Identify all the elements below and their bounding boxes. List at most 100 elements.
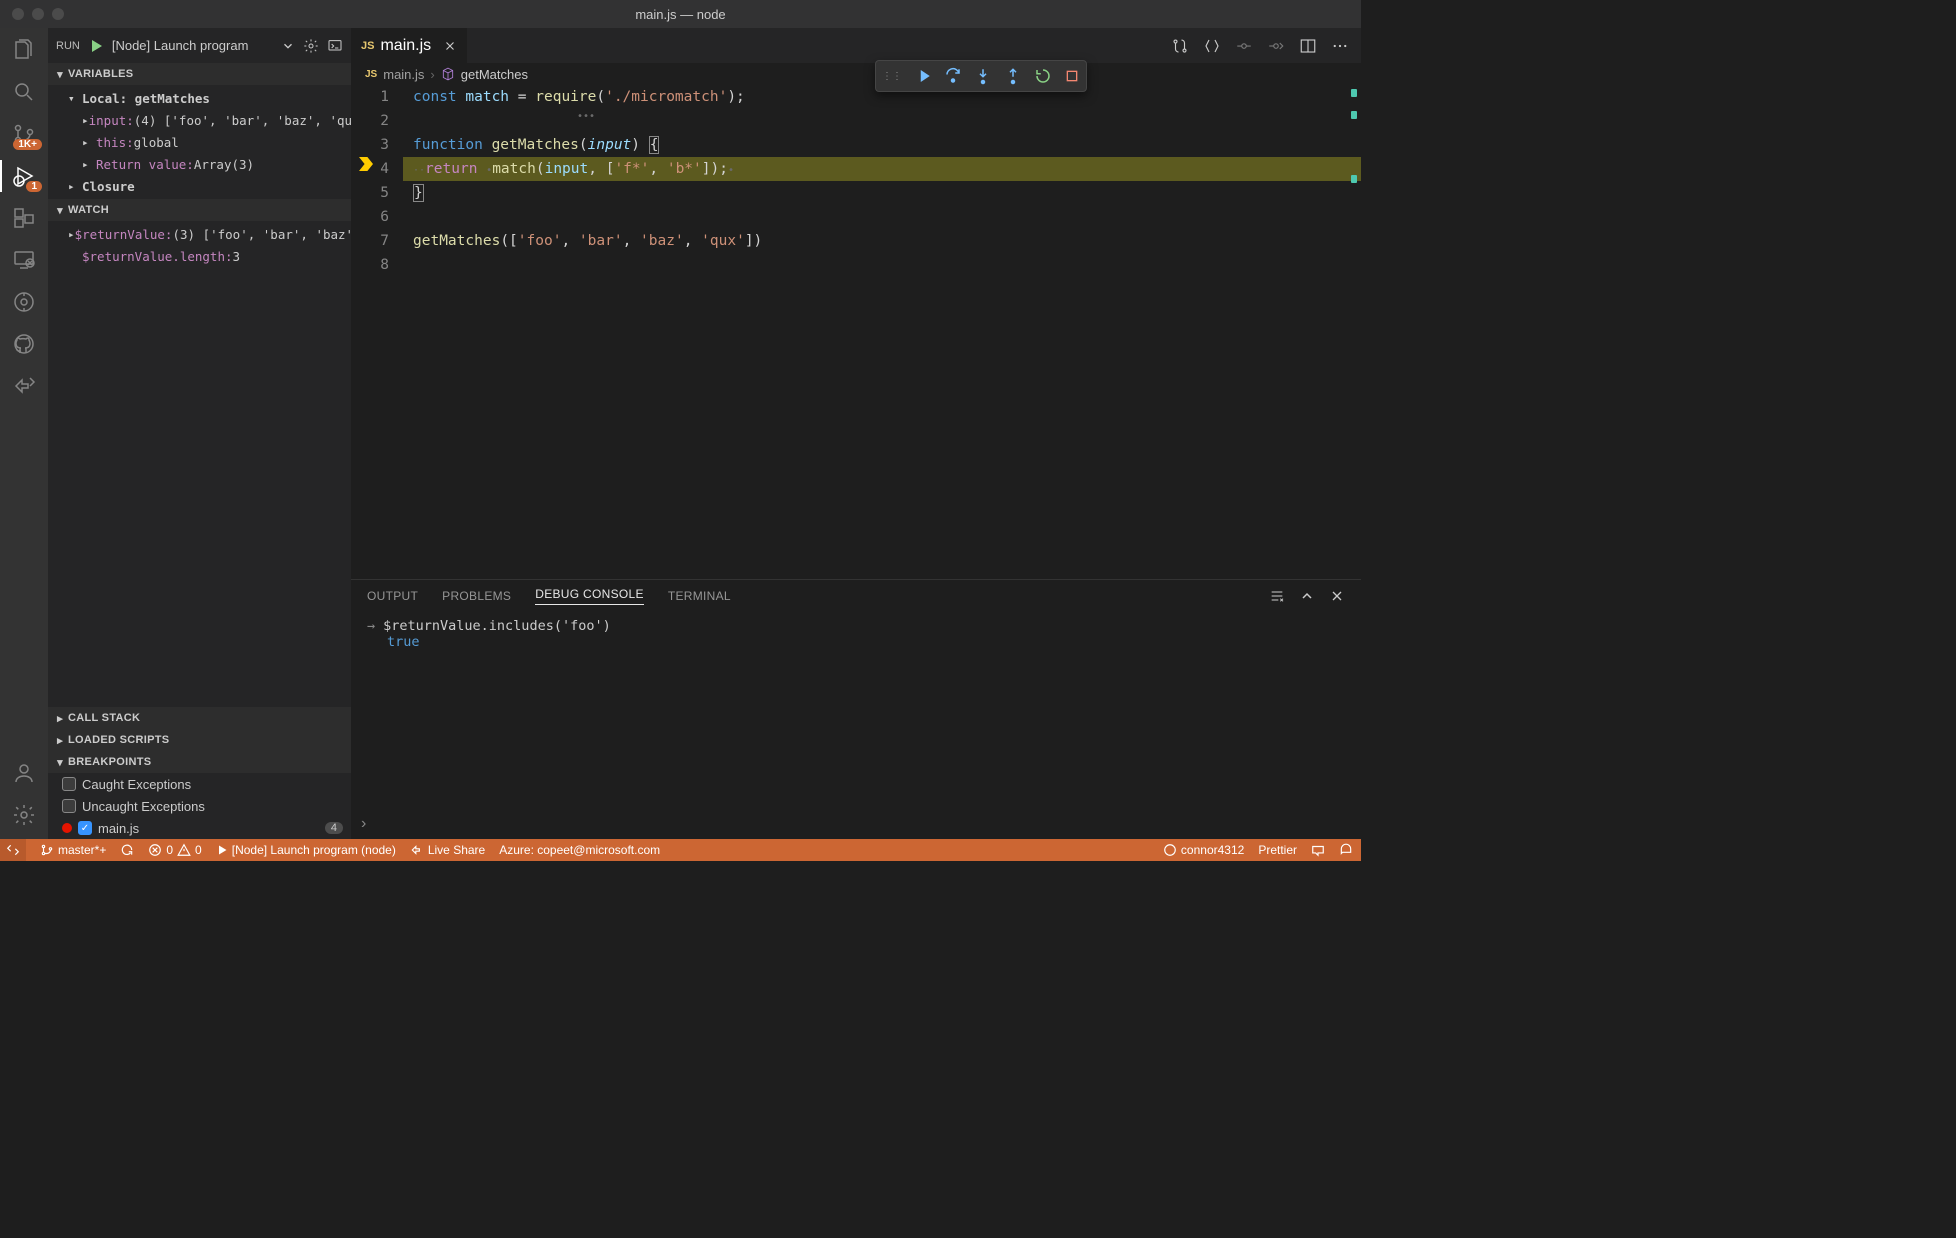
search-icon[interactable] xyxy=(10,78,38,106)
chevron-right-icon: ▸ xyxy=(68,180,82,193)
code-body[interactable]: const match = require('./micromatch'); •… xyxy=(403,85,1361,579)
var-value: global xyxy=(134,135,179,150)
js-file-icon: JS xyxy=(361,40,374,52)
feedback-icon[interactable] xyxy=(1311,843,1325,857)
restart-icon[interactable] xyxy=(1034,67,1052,85)
checkbox-icon[interactable]: ✓ xyxy=(78,821,92,835)
stop-icon[interactable] xyxy=(1064,68,1080,84)
liveshare-label: Live Share xyxy=(428,843,485,857)
window-title: main.js — node xyxy=(635,7,725,22)
breadcrumb-symbol[interactable]: getMatches xyxy=(461,67,528,82)
line-number: 7 xyxy=(351,229,389,253)
run-debug-icon[interactable]: 1 xyxy=(10,162,38,190)
minimize-window[interactable] xyxy=(32,8,44,20)
variables-section-header[interactable]: ▾ VARIABLES xyxy=(48,63,351,85)
breakpoint-caught[interactable]: Caught Exceptions xyxy=(48,773,351,795)
chevron-down-icon: ▾ xyxy=(52,204,68,217)
error-count: 0 xyxy=(166,843,173,857)
breakpoint-file[interactable]: ✓ main.js 4 xyxy=(48,817,351,839)
continue-icon[interactable] xyxy=(914,67,932,85)
github-user-status[interactable]: connor4312 xyxy=(1163,843,1244,857)
tab-debug-console[interactable]: DEBUG CONSOLE xyxy=(535,587,644,605)
account-icon[interactable] xyxy=(10,759,38,787)
github-icon[interactable] xyxy=(10,330,38,358)
settings-gear-icon[interactable] xyxy=(10,801,38,829)
extensions-icon[interactable] xyxy=(10,204,38,232)
scope-label: Local: getMatches xyxy=(82,91,210,106)
configure-gear-icon[interactable] xyxy=(303,38,319,54)
editor-tab[interactable]: JS main.js xyxy=(351,28,468,63)
remote-explorer-icon[interactable] xyxy=(10,246,38,274)
repl-prompt[interactable]: › xyxy=(351,815,1361,839)
drag-handle-icon[interactable]: ⋮⋮ xyxy=(882,71,902,82)
line-number: 1 xyxy=(351,85,389,109)
line-number: 3 xyxy=(351,133,389,157)
variable-row[interactable]: ▸ this: global xyxy=(48,131,351,153)
closure-label: Closure xyxy=(82,179,135,194)
close-tab-icon[interactable] xyxy=(443,39,457,53)
checkbox-icon[interactable] xyxy=(62,777,76,791)
watch-expression[interactable]: ▸ $returnValue: (3) ['foo', 'bar', 'baz'… xyxy=(48,223,351,245)
git-branch[interactable]: master*+ xyxy=(40,843,106,857)
step-over-icon[interactable] xyxy=(944,67,962,85)
azure-status[interactable]: Azure: copeet@microsoft.com xyxy=(499,843,660,857)
more-actions-icon[interactable] xyxy=(1331,37,1349,55)
debug-toolbar[interactable]: ⋮⋮ xyxy=(875,60,1087,92)
split-editor-icon[interactable] xyxy=(1299,37,1317,55)
launch-config-select[interactable]: [Node] Launch program xyxy=(112,38,273,53)
debug-status[interactable]: [Node] Launch program (node) xyxy=(216,843,396,857)
debug-console-icon[interactable] xyxy=(327,38,343,54)
tab-terminal[interactable]: TERMINAL xyxy=(668,589,731,603)
watch-section-header[interactable]: ▾ WATCH xyxy=(48,199,351,221)
chevron-down-icon[interactable] xyxy=(281,39,295,53)
panel-chevron-up-icon[interactable] xyxy=(1299,588,1315,604)
tab-problems[interactable]: PROBLEMS xyxy=(442,589,511,603)
debug-console[interactable]: → $returnValue.includes('foo') true xyxy=(351,612,1361,815)
gitlens-icon[interactable] xyxy=(10,288,38,316)
activity-bar: 1K+ 1 xyxy=(0,28,48,839)
scope-local[interactable]: ▾ Local: getMatches xyxy=(48,87,351,109)
tab-output[interactable]: OUTPUT xyxy=(367,589,418,603)
watch-expression[interactable]: $returnValue.length: 3 xyxy=(48,245,351,267)
overview-ruler[interactable] xyxy=(1351,89,1357,185)
liveshare-icon[interactable] xyxy=(10,372,38,400)
start-debug-icon[interactable] xyxy=(88,38,104,54)
chevron-right-icon: › xyxy=(361,815,366,833)
sync-icon[interactable] xyxy=(120,843,134,857)
source-control-icon[interactable]: 1K+ xyxy=(10,120,38,148)
variable-row[interactable]: ▸ input: (4) ['foo', 'bar', 'baz', 'qux'… xyxy=(48,109,351,131)
step-into-icon[interactable] xyxy=(974,67,992,85)
clear-console-icon[interactable] xyxy=(1269,588,1285,604)
line-number: 5 xyxy=(351,181,389,205)
breadcrumb-file[interactable]: main.js xyxy=(383,67,424,82)
line-gutter: 1 2 3 4 5 6 7 8 xyxy=(351,85,403,579)
step-out-icon[interactable] xyxy=(1004,67,1022,85)
breakpoints-section-header[interactable]: ▾ BREAKPOINTS xyxy=(48,751,351,773)
variable-row[interactable]: ▸ Return value: Array(3) xyxy=(48,153,351,175)
bp-line-badge: 4 xyxy=(325,822,343,834)
chevron-down-icon: ▾ xyxy=(68,92,82,105)
compare-changes-icon[interactable] xyxy=(1171,37,1189,55)
scope-closure[interactable]: ▸ Closure xyxy=(48,175,351,197)
explorer-icon[interactable] xyxy=(10,36,38,64)
breadcrumb[interactable]: JS main.js › getMatches xyxy=(351,63,1361,85)
liveshare-status[interactable]: Live Share xyxy=(410,843,485,857)
zoom-window[interactable] xyxy=(52,8,64,20)
close-window[interactable] xyxy=(12,8,24,20)
notifications-icon[interactable] xyxy=(1339,843,1353,857)
tab-filename: main.js xyxy=(380,37,431,55)
diff-icon[interactable] xyxy=(1203,37,1221,55)
prev-change-icon[interactable] xyxy=(1235,37,1253,55)
tab-bar: JS main.js xyxy=(351,28,1361,63)
callstack-section-header[interactable]: ▸ CALL STACK xyxy=(48,707,351,729)
var-value: Array(3) xyxy=(194,157,254,172)
checkbox-icon[interactable] xyxy=(62,799,76,813)
remote-indicator[interactable] xyxy=(0,839,26,861)
prettier-status[interactable]: Prettier xyxy=(1258,843,1297,857)
code-editor[interactable]: 1 2 3 4 5 6 7 8 const match = require('.… xyxy=(351,85,1361,579)
next-change-icon[interactable] xyxy=(1267,37,1285,55)
close-panel-icon[interactable] xyxy=(1329,588,1345,604)
problems-status[interactable]: 0 0 xyxy=(148,843,201,857)
breakpoint-uncaught[interactable]: Uncaught Exceptions xyxy=(48,795,351,817)
loaded-scripts-section-header[interactable]: ▸ LOADED SCRIPTS xyxy=(48,729,351,751)
